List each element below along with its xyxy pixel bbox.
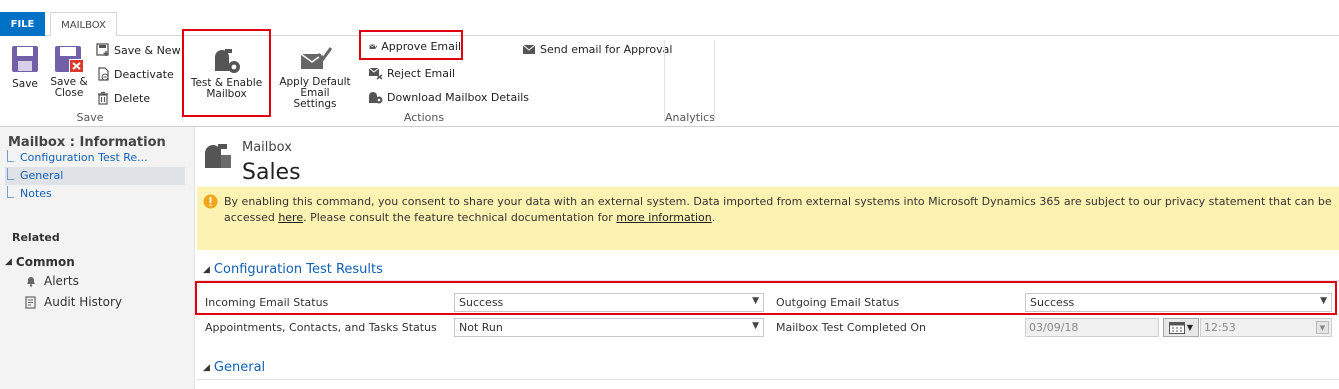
mailbox-test-date-field[interactable]: 03/09/18 — [1025, 318, 1159, 337]
nav-item-general[interactable]: General — [7, 168, 64, 182]
apply-default-label-1: Apply Default Email — [279, 76, 351, 99]
collapse-triangle-icon: ◢ — [5, 257, 12, 267]
section-general[interactable]: ◢ General — [203, 360, 265, 375]
test-enable-mailbox-button[interactable]: Test & Enable Mailbox — [182, 29, 271, 117]
section-title: Configuration Test Results — [213, 262, 383, 277]
mailbox-test-completed-on-label: Mailbox Test Completed On — [776, 321, 927, 334]
incoming-email-status-select[interactable]: Success ▼ — [454, 293, 764, 312]
nav-common-label: Common — [15, 255, 75, 269]
appointments-contacts-tasks-status-select[interactable]: Not Run ▼ — [454, 318, 764, 337]
download-details-label: Download Mailbox Details — [387, 90, 530, 104]
deactivate-label: Deactivate — [114, 67, 174, 81]
select-value: Success — [1030, 296, 1075, 309]
ribbon-separator — [714, 40, 715, 122]
ribbon-group-analytics-label: Analytics — [665, 111, 715, 124]
ribbon: Save Save & Close Save & New Deactivate … — [0, 29, 1339, 127]
delete-button[interactable]: Delete — [96, 89, 150, 107]
save-close-label-2: Close — [54, 87, 84, 99]
deactivate-button[interactable]: Deactivate — [96, 65, 174, 83]
outgoing-email-status-select[interactable]: Success ▼ — [1025, 293, 1332, 312]
tab-file[interactable]: FILE — [0, 12, 45, 36]
reject-email-button[interactable]: Reject Email — [368, 64, 455, 82]
notification-text: By enabling this command, you consent to… — [224, 194, 1334, 226]
privacy-consent-notification: By enabling this command, you consent to… — [197, 187, 1339, 250]
collapse-triangle-icon: ◢ — [203, 264, 210, 275]
dropdown-arrow-icon: ▼ — [752, 296, 759, 306]
trash-icon — [98, 91, 108, 105]
notification-text-part: . Please consult the feature technical d… — [303, 211, 617, 224]
more-information-link[interactable]: more information — [616, 211, 711, 224]
save-label: Save — [12, 78, 38, 90]
ribbon-group-save-label: Save — [76, 111, 104, 124]
section-configuration-test-results[interactable]: ◢ Configuration Test Results — [203, 262, 383, 277]
privacy-here-link[interactable]: here — [278, 211, 303, 224]
nav-sub-label: Audit History — [44, 295, 122, 309]
approve-email-label: Approve Email — [381, 39, 461, 53]
audit-history-icon — [25, 295, 36, 309]
nav-item-label: Configuration Test Re... — [20, 151, 148, 164]
outgoing-email-status-label: Outgoing Email Status — [776, 296, 900, 309]
deactivate-icon — [98, 67, 109, 81]
time-value: 12:53 — [1204, 321, 1236, 334]
save-new-label: Save & New — [114, 43, 181, 57]
nav-sub-label: Alerts — [44, 274, 79, 288]
select-value: Not Run — [459, 321, 503, 334]
mailbox-download-icon — [369, 92, 383, 104]
appointments-contacts-tasks-status-label: Appointments, Contacts, and Tasks Status — [205, 321, 437, 334]
tab-mailbox[interactable]: MAILBOX — [50, 12, 117, 37]
mailbox-entity-icon — [205, 144, 231, 168]
warning-icon — [203, 194, 218, 209]
ribbon-separator — [664, 40, 665, 122]
calendar-icon — [1168, 321, 1185, 334]
save-close-icon — [55, 46, 84, 73]
approve-email-button[interactable]: Approve Email — [359, 30, 463, 60]
delete-label: Delete — [114, 91, 151, 105]
email-approve-icon — [369, 43, 378, 49]
reject-email-label: Reject Email — [387, 66, 456, 80]
send-for-approval-button[interactable]: Send email for Approval — [522, 40, 672, 58]
nav-item-audit-history[interactable]: Audit History — [25, 295, 122, 309]
ribbon-group-actions-label: Actions — [403, 111, 445, 124]
apply-default-email-settings-button[interactable]: Apply Default Email Settings — [268, 44, 362, 110]
entity-type-label: Mailbox — [242, 140, 292, 155]
mailbox-test-time-field[interactable]: 12:53 ▼ — [1200, 318, 1332, 337]
collapse-triangle-icon: ◢ — [203, 362, 210, 373]
incoming-email-status-label: Incoming Email Status — [205, 296, 329, 309]
chevron-down-icon[interactable]: ▼ — [1316, 321, 1329, 334]
nav-item-label: Notes — [20, 187, 52, 200]
email-reject-icon — [368, 67, 383, 80]
nav-item-configuration-test-results[interactable]: Configuration Test Re... — [7, 150, 148, 164]
section-title: General — [213, 360, 266, 375]
nav-related-heading: Related — [12, 231, 60, 244]
save-button[interactable]: Save — [6, 44, 44, 90]
left-navigation: Mailbox : Information Configuration Test… — [0, 127, 195, 389]
notification-text-part: . — [711, 211, 716, 224]
bell-icon — [27, 277, 35, 287]
chevron-down-icon: ▼ — [1186, 323, 1194, 332]
nav-item-notes[interactable]: Notes — [7, 186, 52, 200]
nav-item-label: General — [20, 169, 64, 182]
nav-item-alerts[interactable]: Alerts — [25, 274, 79, 288]
dropdown-arrow-icon: ▼ — [752, 321, 759, 331]
save-new-icon — [96, 43, 109, 56]
save-close-button[interactable]: Save & Close — [48, 44, 90, 99]
floppy-disk-icon — [12, 46, 38, 72]
download-mailbox-details-button[interactable]: Download Mailbox Details — [368, 88, 529, 106]
apply-default-label-2: Settings — [293, 98, 337, 110]
mailbox-gear-icon — [214, 49, 240, 73]
record-title: Sales — [242, 160, 301, 185]
date-picker-button[interactable]: ▼ — [1163, 318, 1199, 337]
test-enable-label-2: Mailbox — [206, 88, 247, 100]
email-check-icon — [300, 47, 333, 69]
nav-common-heading[interactable]: ◢ Common — [5, 255, 75, 269]
section-divider — [197, 379, 1339, 380]
envelope-icon — [522, 44, 536, 54]
send-for-approval-label: Send email for Approval — [540, 42, 673, 56]
nav-title: Mailbox : Information — [8, 135, 166, 150]
dropdown-arrow-icon: ▼ — [1320, 296, 1327, 306]
select-value: Success — [459, 296, 504, 309]
save-new-button[interactable]: Save & New — [96, 41, 181, 59]
